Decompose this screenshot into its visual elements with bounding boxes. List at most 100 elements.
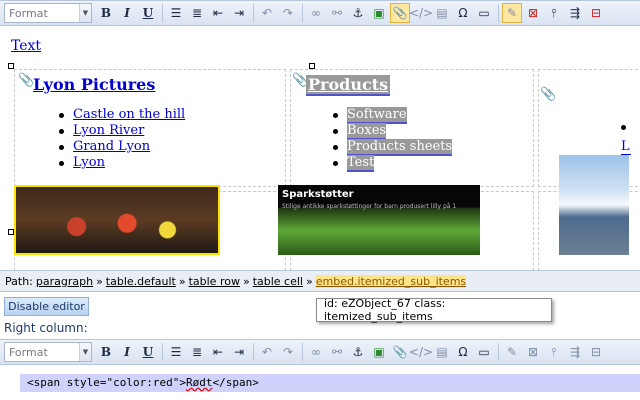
delete-table-icon[interactable]: ⊠ (523, 342, 543, 362)
code-line[interactable]: <span style="color:red">Rødt</span> (20, 374, 640, 392)
text-link[interactable]: Text (11, 38, 41, 54)
unlink-icon[interactable]: ⚯ (327, 3, 347, 23)
literal-icon[interactable]: ▤ (432, 3, 452, 23)
indent-icon[interactable]: ⇥ (229, 342, 249, 362)
path-crumb[interactable]: paragraph (36, 275, 93, 288)
path-crumb[interactable]: table.default (106, 275, 176, 288)
path-crumb[interactable]: table cell (253, 275, 303, 288)
item-link[interactable]: Lyon (73, 155, 105, 170)
image-subtitle: Stilige antikke sparkstøttinger for barn… (282, 203, 457, 210)
toolbar-divider (498, 4, 499, 22)
undo-icon[interactable]: ↶ (257, 342, 277, 362)
cell-heading[interactable]: Lyon Pictures (33, 75, 155, 94)
disable-editor-button[interactable]: Disable editor (4, 297, 89, 316)
italic-button[interactable]: I (117, 3, 137, 23)
bold-button[interactable]: B (96, 3, 116, 23)
attachment-icon[interactable]: 📎 (390, 3, 410, 23)
path-crumb[interactable]: table row (189, 275, 240, 288)
path-bar: Path: paragraph» table.default» table ro… (0, 270, 640, 292)
horizontal-rule-icon[interactable]: ▭ (474, 3, 494, 23)
item-link[interactable]: Castle on the hill (73, 107, 185, 122)
numbered-list-icon[interactable]: ≣ (187, 342, 207, 362)
cell-heading-selected[interactable]: Products (306, 75, 391, 96)
chevron-down-icon[interactable]: ▼ (79, 343, 91, 361)
custom-tag-icon[interactable]: </> (409, 3, 433, 23)
anchor-icon[interactable]: ⚓ (348, 3, 368, 23)
list-item: Lyon River (58, 123, 185, 139)
bullet (621, 125, 626, 130)
link-icon[interactable]: ∞ (306, 342, 326, 362)
bullet-list-icon[interactable]: ☰ (166, 3, 186, 23)
horizontal-rule-icon[interactable]: ▭ (474, 342, 494, 362)
column-insert-icon[interactable]: ⫯ (544, 342, 564, 362)
numbered-list-icon[interactable]: ≣ (187, 3, 207, 23)
table-properties-icon[interactable]: ✎ (502, 3, 522, 23)
redo-icon[interactable]: ↷ (278, 3, 298, 23)
toolbar-divider (162, 343, 163, 361)
item-link[interactable]: Test (347, 155, 375, 172)
list-item: Castle on the hill (58, 107, 185, 123)
literal-icon[interactable]: ▤ (432, 342, 452, 362)
path-separator: » (96, 274, 103, 288)
paperclip-icon: 📎 (18, 73, 35, 88)
toolbar-divider (302, 4, 303, 22)
unlink-icon[interactable]: ⚯ (327, 342, 347, 362)
item-link[interactable]: Products sheets (347, 139, 453, 156)
underline-button[interactable]: U (138, 3, 158, 23)
column-insert-icon[interactable]: ⫯ (544, 3, 564, 23)
rafting-image[interactable] (14, 185, 220, 255)
format-select[interactable]: Format ▼ (4, 3, 92, 23)
table-properties-icon[interactable]: ✎ (502, 342, 522, 362)
list-item: Products sheets (332, 139, 453, 156)
format-label: Format (9, 345, 48, 359)
editor-content[interactable]: Text 📎 Lyon Pictures Castle on the hill … (0, 27, 640, 270)
anchor-icon[interactable]: ⚓ (348, 342, 368, 362)
insert-image-icon[interactable]: ▣ (369, 3, 389, 23)
item-link[interactable]: Lyon River (73, 123, 144, 138)
list-item: Grand Lyon (58, 139, 185, 155)
mountain-image[interactable] (559, 155, 629, 255)
bold-button[interactable]: B (96, 342, 116, 362)
editor-toolbar-2: Format ▼ B I U ☰ ≣ ⇤ ⇥ ↶ ↷ ∞ ⚯ ⚓ ▣ 📎 </> … (0, 339, 640, 365)
item-link[interactable]: Grand Lyon (73, 139, 150, 154)
path-separator: » (178, 274, 186, 288)
toolbar-divider (302, 343, 303, 361)
list-item: Software (332, 107, 452, 124)
special-char-icon[interactable]: Ω (453, 342, 473, 362)
bullet-list-icon[interactable]: ☰ (166, 342, 186, 362)
row-delete-icon[interactable]: ⊟ (586, 342, 606, 362)
indent-icon[interactable]: ⇥ (229, 3, 249, 23)
list-item: Boxes (332, 123, 452, 140)
path-separator: » (306, 274, 313, 288)
path-crumb-current[interactable]: embed.itemized_sub_items (315, 274, 467, 288)
insert-image-icon[interactable]: ▣ (369, 342, 389, 362)
italic-button[interactable]: I (117, 342, 137, 362)
link-icon[interactable]: ∞ (306, 3, 326, 23)
format-select[interactable]: Format ▼ (4, 342, 92, 362)
item-list: Castle on the hill Lyon River Grand Lyon… (58, 107, 185, 171)
delete-table-icon[interactable]: ⊠ (523, 3, 543, 23)
outdent-icon[interactable]: ⇤ (208, 342, 228, 362)
toolbar-divider (253, 343, 254, 361)
item-link[interactable]: Software (347, 107, 407, 124)
outdent-icon[interactable]: ⇤ (208, 3, 228, 23)
row-insert-icon[interactable]: ⇶ (565, 342, 585, 362)
partial-link[interactable]: L (621, 139, 631, 155)
editor-toolbar: Format ▼ B I U ☰ ≣ ⇤ ⇥ ↶ ↷ ∞ ⚯ ⚓ ▣ 📎 </> … (0, 0, 640, 26)
custom-tag-icon[interactable]: </> (409, 342, 433, 362)
attachment-icon[interactable]: 📎 (390, 342, 410, 362)
paperclip-icon: 📎 (540, 87, 557, 102)
underline-button[interactable]: U (138, 342, 158, 362)
row-insert-icon[interactable]: ⇶ (565, 3, 585, 23)
sparkstotter-image[interactable]: Sparkstøtter Stilige antikke sparkstøtti… (278, 185, 480, 255)
format-label: Format (9, 6, 48, 20)
redo-icon[interactable]: ↷ (278, 342, 298, 362)
right-column-label: Right column: (4, 321, 88, 335)
item-list-selected: Software Boxes Products sheets Test (332, 107, 453, 172)
undo-icon[interactable]: ↶ (257, 3, 277, 23)
row-delete-icon[interactable]: ⊟ (586, 3, 606, 23)
special-char-icon[interactable]: Ω (453, 3, 473, 23)
item-link[interactable]: Boxes (347, 123, 387, 140)
list-item: Lyon (58, 155, 185, 171)
chevron-down-icon[interactable]: ▼ (79, 4, 91, 22)
